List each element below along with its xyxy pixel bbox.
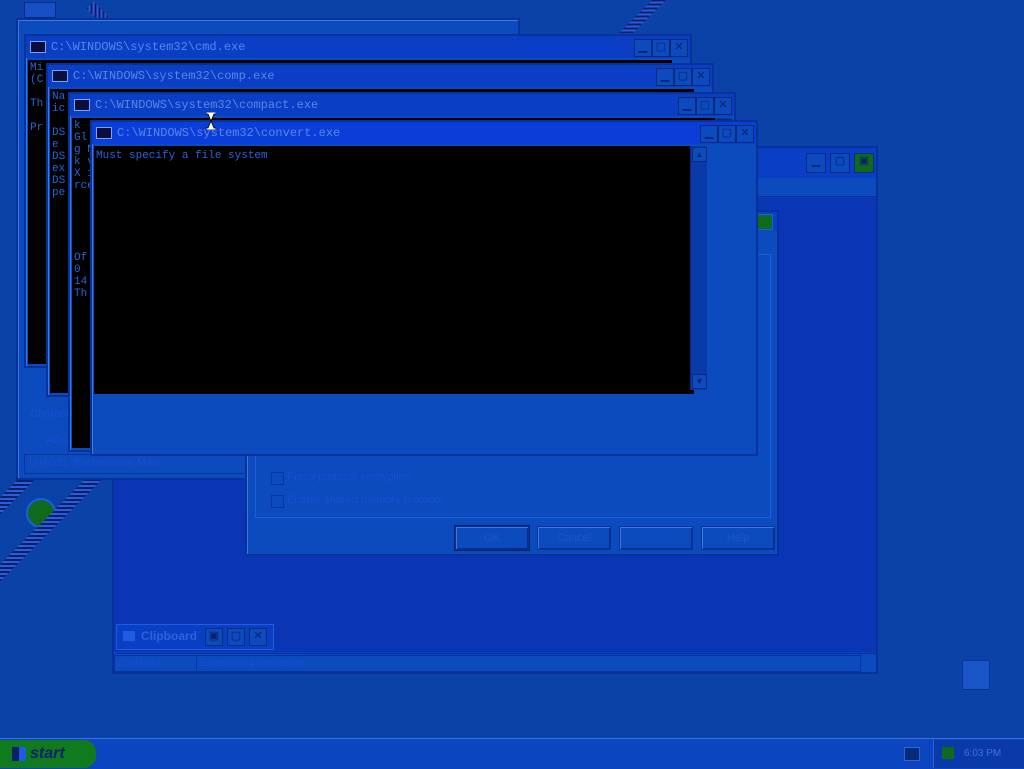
- minimize-button[interactable]: ▁: [634, 39, 652, 57]
- restore-button[interactable]: ▣: [205, 628, 223, 646]
- status-bar: Clipboard Establishing connection: [114, 653, 876, 672]
- maximize-button[interactable]: ▢: [652, 39, 670, 57]
- comp-title: C:\WINDOWS\system32\comp.exe: [73, 69, 275, 83]
- clipboard-title: Clipboard: [141, 629, 197, 643]
- convert-titlebar[interactable]: C:\WINDOWS\system32\convert.exe: [92, 122, 756, 144]
- close-button[interactable]: ✕: [249, 628, 267, 646]
- convert-window[interactable]: C:\WINDOWS\system32\convert.exe ▁ ▢ ✕ Mu…: [90, 120, 758, 456]
- shared-memory-checkbox[interactable]: [271, 495, 284, 508]
- windows-logo-icon: [12, 746, 26, 761]
- keyboard-tray-icon[interactable]: [904, 747, 920, 761]
- folder-icon[interactable]: [24, 2, 56, 18]
- character-status: U+0021: Exclamation Mark: [29, 457, 162, 469]
- ok-button[interactable]: OK: [454, 525, 530, 551]
- convert-console[interactable]: Must specify a file system: [94, 146, 694, 394]
- convert-title: C:\WINDOWS\system32\convert.exe: [117, 126, 341, 140]
- status-left: Clipboard: [114, 655, 197, 672]
- maximize-button[interactable]: ▢: [718, 125, 736, 143]
- shared-memory-label[interactable]: Enable shared memory protocol: [287, 494, 443, 506]
- recycle-bin-icon[interactable]: [962, 660, 990, 690]
- compact-titlebar[interactable]: C:\WINDOWS\system32\compact.exe: [70, 94, 734, 116]
- apply-button[interactable]: Apply: [619, 526, 693, 550]
- system-tray: 6:03 PM: [933, 740, 1024, 768]
- close-button[interactable]: ✕: [736, 125, 754, 143]
- maximize-button[interactable]: ▢: [696, 97, 714, 115]
- convert-output: Must specify a file system: [96, 150, 268, 162]
- help-icon[interactable]: [757, 214, 773, 230]
- comp-titlebar[interactable]: C:\WINDOWS\system32\comp.exe: [48, 65, 712, 87]
- clock[interactable]: 6:03 PM: [964, 748, 1001, 759]
- close-button[interactable]: ✕: [714, 97, 732, 115]
- console-icon: [52, 69, 68, 82]
- hourglass-cursor-icon: [205, 111, 217, 131]
- console-icon: [74, 98, 90, 111]
- minimize-button[interactable]: ▁: [656, 68, 674, 86]
- console-icon: [30, 40, 46, 53]
- cmd-title: C:\WINDOWS\system32\cmd.exe: [51, 40, 246, 54]
- clipboard-icon: [123, 631, 135, 641]
- close-button[interactable]: ✕: [670, 39, 688, 57]
- maximize-button[interactable]: ▢: [674, 68, 692, 86]
- start-button[interactable]: start: [0, 740, 96, 768]
- restore-button[interactable]: ▣: [854, 153, 874, 173]
- cancel-button[interactable]: Cancel: [537, 526, 611, 550]
- force-encryption-checkbox[interactable]: [271, 472, 284, 485]
- cmd-titlebar[interactable]: C:\WINDOWS\system32\cmd.exe: [26, 36, 690, 58]
- start-label: start: [30, 745, 65, 762]
- convert-scrollbar[interactable]: ▲ ▼: [690, 146, 707, 390]
- minimize-button[interactable]: ▁: [700, 125, 718, 143]
- clipboard-minimized[interactable]: Clipboard ▣ ▢ ✕: [116, 624, 274, 650]
- maximize-button[interactable]: ▢: [830, 153, 850, 173]
- close-button[interactable]: ✕: [692, 68, 710, 86]
- compact-title: C:\WINDOWS\system32\compact.exe: [95, 98, 319, 112]
- minimize-button[interactable]: ▁: [678, 97, 696, 115]
- console-icon: [96, 126, 112, 139]
- character-set-label: Charact: [30, 408, 69, 420]
- help-button[interactable]: Help: [701, 526, 775, 550]
- minimize-button[interactable]: ▁: [806, 153, 826, 173]
- force-encryption-label[interactable]: Force protocol encryption: [287, 471, 411, 483]
- taskbar: start 6:03 PM: [0, 738, 1024, 769]
- scroll-up-arrow[interactable]: ▲: [692, 147, 707, 162]
- maximize-button[interactable]: ▢: [227, 628, 245, 646]
- scroll-down-arrow[interactable]: ▼: [692, 374, 707, 389]
- status-right: Establishing connection: [196, 655, 861, 672]
- network-icon[interactable]: [942, 747, 954, 760]
